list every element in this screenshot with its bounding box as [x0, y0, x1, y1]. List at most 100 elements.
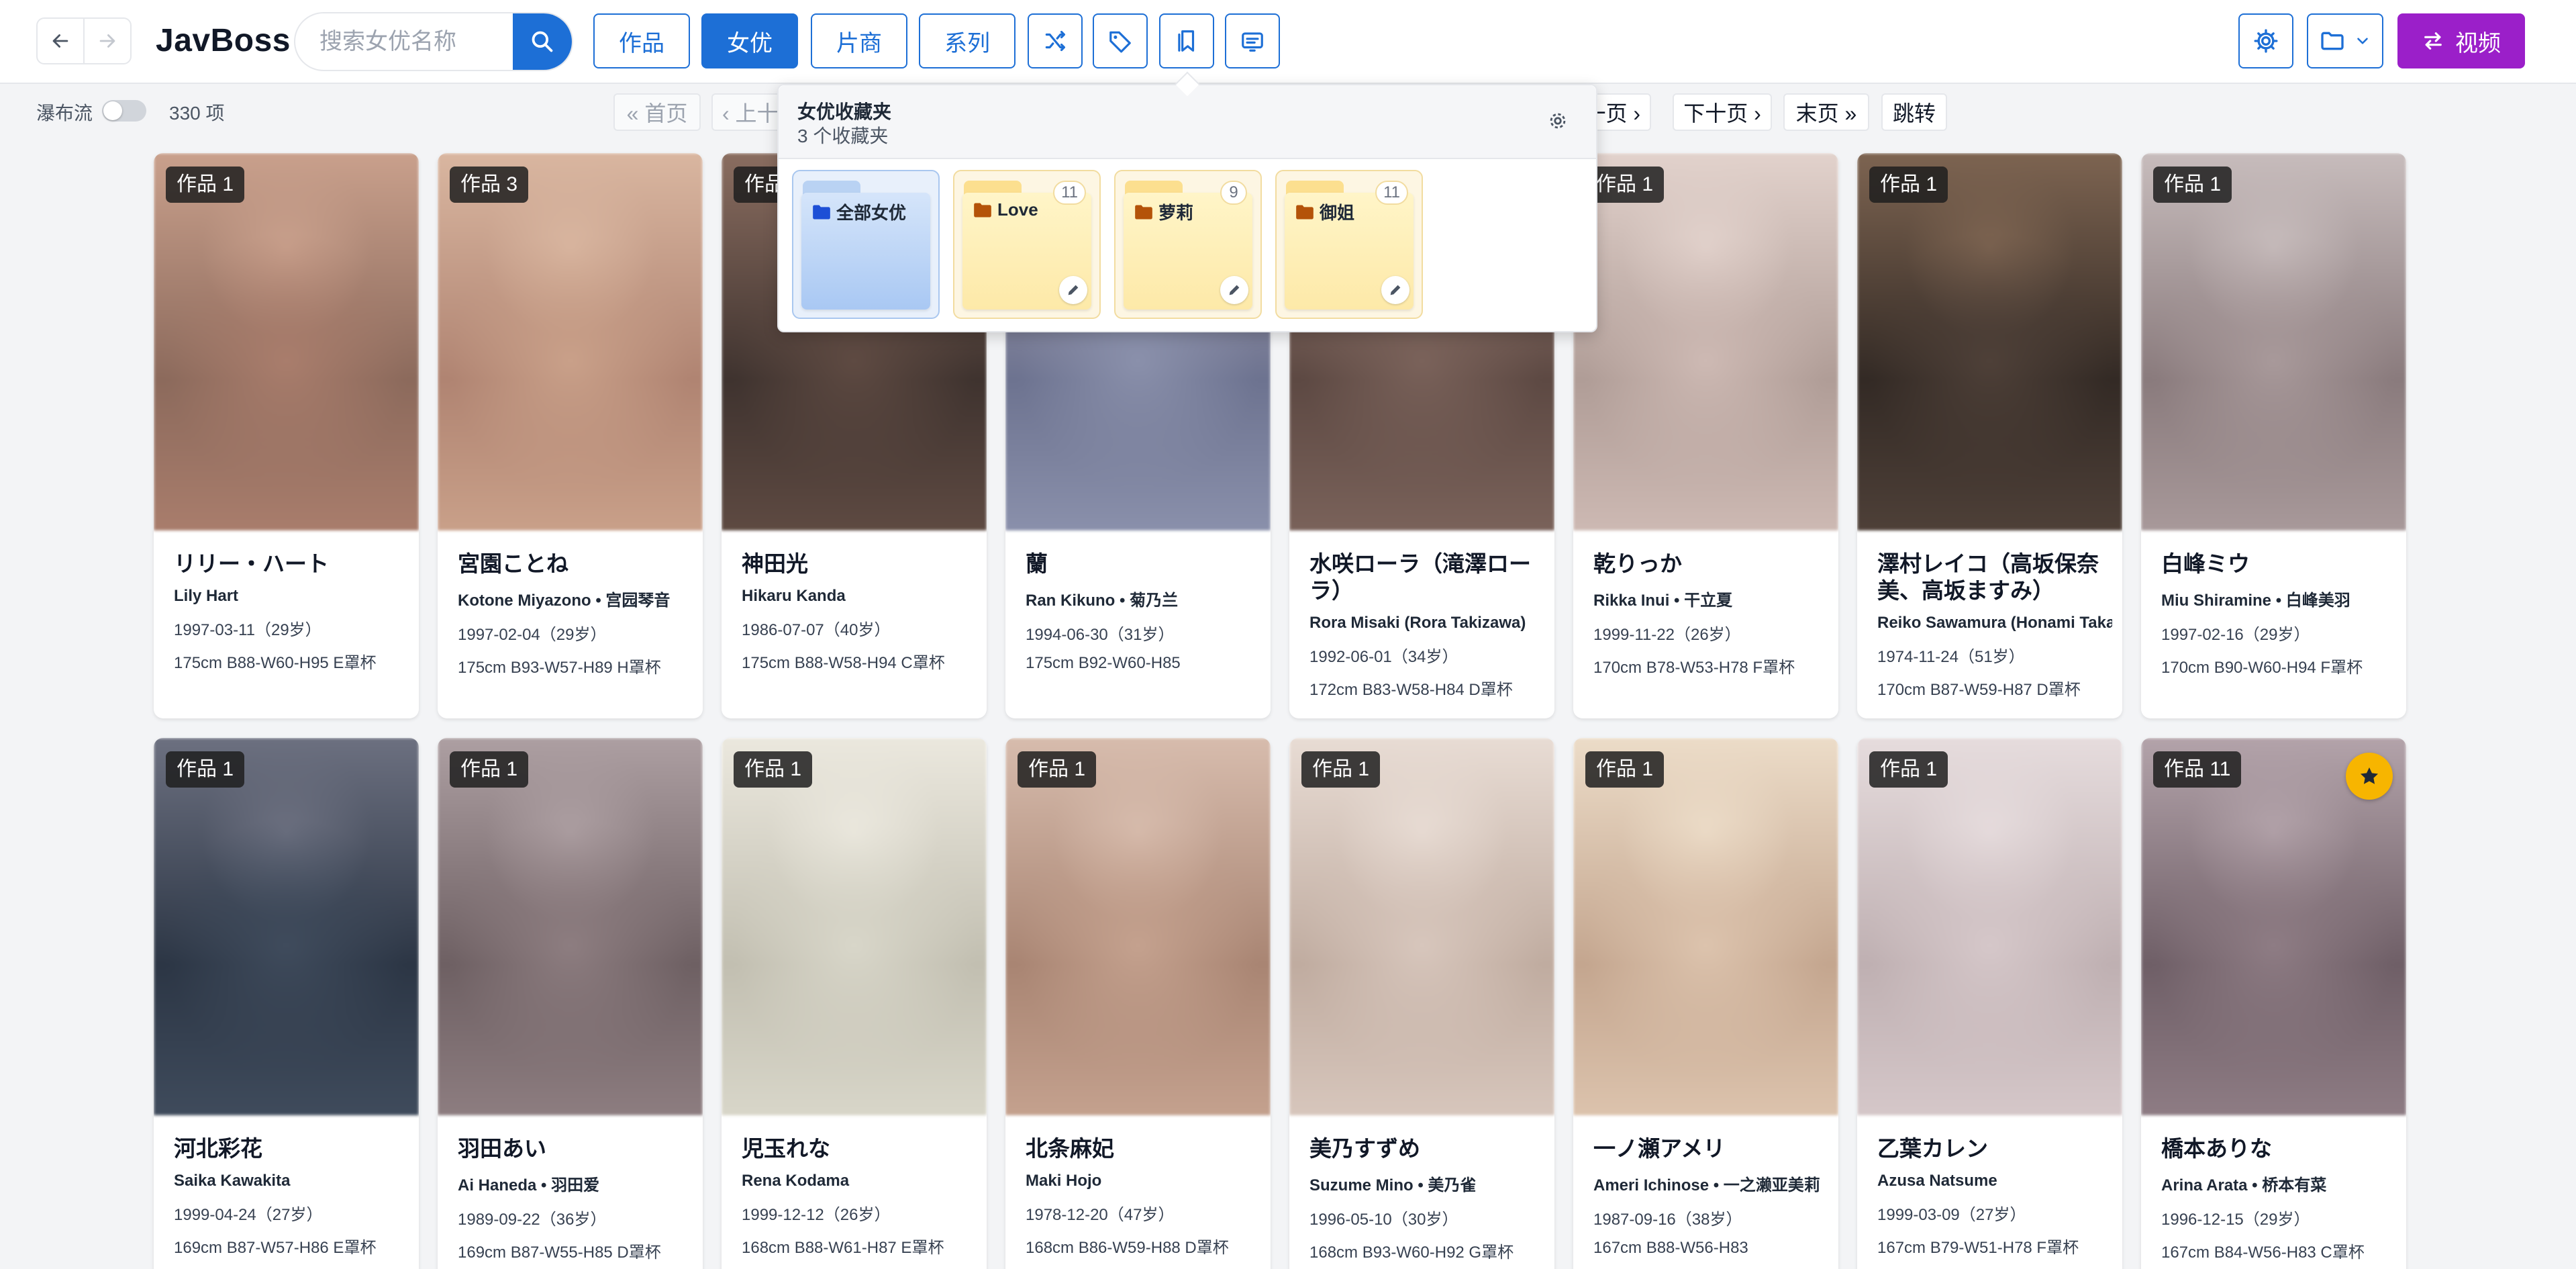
actress-card[interactable]: 作品 1 澤村レイコ（高坂保奈美、高坂ますみ） Reiko Sawamura (… — [1857, 153, 2122, 718]
folder-icon — [2321, 32, 2344, 50]
popup-settings-button[interactable] — [1546, 109, 1569, 136]
search-input[interactable] — [295, 13, 517, 70]
actress-photo — [722, 738, 987, 1115]
actress-info: リリー・ハート Lily Hart 1997-03-11（29岁） 175cm … — [174, 551, 409, 673]
actress-card[interactable]: 作品 1 美乃すずめ Suzume Mino • 美乃雀 1996-05-10（… — [1289, 738, 1554, 1269]
subtitles-button[interactable] — [1225, 13, 1280, 68]
actress-photo — [1005, 738, 1271, 1115]
video-button[interactable]: 视频 — [2397, 13, 2525, 68]
first-page-button[interactable]: « 首页 — [613, 93, 701, 131]
chevron-down-icon — [2357, 38, 2368, 44]
edit-folder-button[interactable] — [1059, 276, 1087, 304]
actress-name-alt: Reiko Sawamura (Honami Takasaka) — [1877, 614, 2112, 632]
actress-name-alt: Rena Kodama — [742, 1172, 850, 1190]
switch-icon — [2424, 32, 2442, 50]
folder-name-label: 御姐 — [1320, 203, 1355, 223]
actress-birthdate: 1992-06-01（34岁） — [1309, 648, 1458, 666]
actress-photo — [154, 738, 419, 1115]
actress-photo — [1289, 738, 1554, 1115]
actress-name-alt: Rikka Inui • 干立夏 — [1593, 592, 1733, 610]
actress-birthdate: 1997-02-16（29岁） — [2161, 626, 2310, 644]
folder-loli[interactable]: 萝莉 9 — [1114, 170, 1262, 319]
folder-all-actresses[interactable]: 全部女优 — [792, 170, 940, 319]
actress-name-alt: Ran Kikuno • 菊乃兰 — [1026, 592, 1179, 610]
actress-card[interactable]: 作品 1 乾りっか Rikka Inui • 干立夏 1999-11-22（26… — [1573, 153, 1838, 718]
subtitles-icon — [1242, 32, 1263, 52]
tab-works[interactable]: 作品 — [593, 13, 690, 68]
actress-measurements: 170cm B78-W53-H78 F罩杯 — [1593, 659, 1795, 677]
last-page-button[interactable]: 末页 » — [1783, 93, 1869, 131]
actress-name-jp: 宮園ことね — [458, 551, 568, 576]
gear-icon — [1550, 113, 1566, 129]
actress-name-alt: Arina Arata • 桥本有菜 — [2161, 1176, 2327, 1194]
folder-onee[interactable]: 御姐 11 — [1275, 170, 1423, 319]
app-logo[interactable]: JavBoss — [156, 19, 291, 63]
settings-button[interactable] — [2238, 13, 2293, 68]
favorite-star-button[interactable] — [2346, 753, 2393, 800]
tab-actresses[interactable]: 女优 — [701, 13, 798, 68]
item-count: 330 项 — [169, 103, 225, 124]
popup-header: 女优收藏夹 3 个收藏夹 — [779, 85, 1596, 159]
works-count-badge: 作品 3 — [450, 167, 529, 203]
search-icon — [532, 31, 553, 52]
popup-subtitle: 3 个收藏夹 — [797, 126, 889, 146]
works-count-badge: 作品 1 — [1585, 751, 1665, 788]
actress-birthdate: 1989-09-22（36岁） — [458, 1211, 607, 1229]
actress-name-jp: 河北彩花 — [174, 1136, 262, 1161]
search-button[interactable] — [513, 13, 572, 70]
actress-photo — [438, 738, 703, 1115]
waterfall-toggle[interactable] — [102, 100, 146, 122]
actress-birthdate: 1978-12-20（47岁） — [1026, 1206, 1175, 1224]
actress-birthdate: 1997-02-04（29岁） — [458, 626, 607, 644]
actress-info: 水咲ローラ（滝澤ローラ） Rora Misaki (Rora Takizawa)… — [1309, 551, 1544, 700]
actress-name-alt: Maki Hojo — [1026, 1172, 1102, 1190]
gear-icon — [2254, 29, 2278, 53]
actress-card[interactable]: 作品 1 乙葉カレン Azusa Natsume 1999-03-09（27岁）… — [1857, 738, 2122, 1269]
folder-love[interactable]: Love 11 — [953, 170, 1101, 319]
actress-card[interactable]: 作品 1 児玉れな Rena Kodama 1999-12-12（26岁） 16… — [722, 738, 987, 1269]
actress-card[interactable]: 作品 1 リリー・ハート Lily Hart 1997-03-11（29岁） 1… — [154, 153, 419, 718]
actress-name-alt: Saika Kawakita — [174, 1172, 291, 1190]
actress-name-alt: Suzume Mino • 美乃雀 — [1309, 1176, 1477, 1194]
actress-measurements: 175cm B88-W58-H94 C罩杯 — [742, 654, 945, 672]
actress-card[interactable]: 作品 1 白峰ミウ Miu Shiramine • 白峰美羽 1997-02-1… — [2141, 153, 2406, 718]
actress-card[interactable]: 作品 11 橋本ありな Arina Arata • 桥本有菜 1996-12-1… — [2141, 738, 2406, 1269]
bookmark-icon — [1178, 30, 1195, 52]
actress-card[interactable]: 作品 3 宮園ことね Kotone Miyazono • 宫园琴音 1997-0… — [438, 153, 703, 718]
actress-photo — [1573, 738, 1838, 1115]
edit-folder-button[interactable] — [1381, 276, 1409, 304]
next-ten-pages-button[interactable]: 下十页 › — [1673, 93, 1772, 131]
collections-popup: 女优收藏夹 3 个收藏夹 全部女优 Love 11 萝莉 9 御姐 11 — [777, 84, 1597, 332]
actress-measurements: 169cm B87-W55-H85 D罩杯 — [458, 1243, 661, 1262]
folder-name: 御姐 — [1295, 199, 1354, 224]
works-count-badge: 作品 1 — [166, 751, 245, 788]
folder-name-label: Love — [997, 199, 1038, 220]
pencil-icon — [1229, 285, 1240, 295]
actress-measurements: 169cm B87-W57-H86 E罩杯 — [174, 1239, 377, 1257]
folder-dropdown[interactable] — [2307, 13, 2383, 68]
actress-card[interactable]: 作品 1 一ノ瀬アメリ Ameri Ichinose • 一之濑亚美莉 1987… — [1573, 738, 1838, 1269]
actress-card[interactable]: 作品 1 北条麻妃 Maki Hojo 1978-12-20（47岁） 168c… — [1005, 738, 1271, 1269]
actress-name-jp: 児玉れな — [742, 1136, 830, 1161]
edit-folder-button[interactable] — [1220, 276, 1248, 304]
folder-name: Love — [973, 199, 1038, 220]
back-button[interactable] — [38, 19, 83, 63]
popup-title: 女优收藏夹 — [797, 101, 892, 122]
tab-studios[interactable]: 片商 — [811, 13, 907, 68]
actress-photo — [1857, 153, 2122, 530]
tags-button[interactable] — [1093, 13, 1148, 68]
tab-series[interactable]: 系列 — [919, 13, 1015, 68]
actress-name-jp: 水咲ローラ（滝澤ローラ） — [1309, 551, 1531, 603]
actress-name-jp: 澤村レイコ（高坂保奈美、高坂ますみ） — [1877, 551, 2099, 603]
collections-button[interactable] — [1159, 13, 1214, 68]
folder-icon — [813, 205, 830, 219]
actress-card[interactable]: 作品 1 羽田あい Ai Haneda • 羽田爱 1989-09-22（36岁… — [438, 738, 703, 1269]
actress-measurements: 168cm B93-W60-H92 G罩杯 — [1309, 1243, 1514, 1262]
folder-name-label: 全部女优 — [836, 203, 907, 223]
actress-birthdate: 1974-11-24（51岁） — [1877, 648, 2025, 666]
forward-button[interactable] — [83, 19, 130, 63]
actress-card[interactable]: 作品 1 河北彩花 Saika Kawakita 1999-04-24（27岁）… — [154, 738, 419, 1269]
top-bar: JavBoss 作品 女优 片商 系列 视频 — [0, 0, 2576, 84]
shuffle-button[interactable] — [1028, 13, 1083, 68]
jump-button[interactable]: 跳转 — [1881, 93, 1947, 131]
